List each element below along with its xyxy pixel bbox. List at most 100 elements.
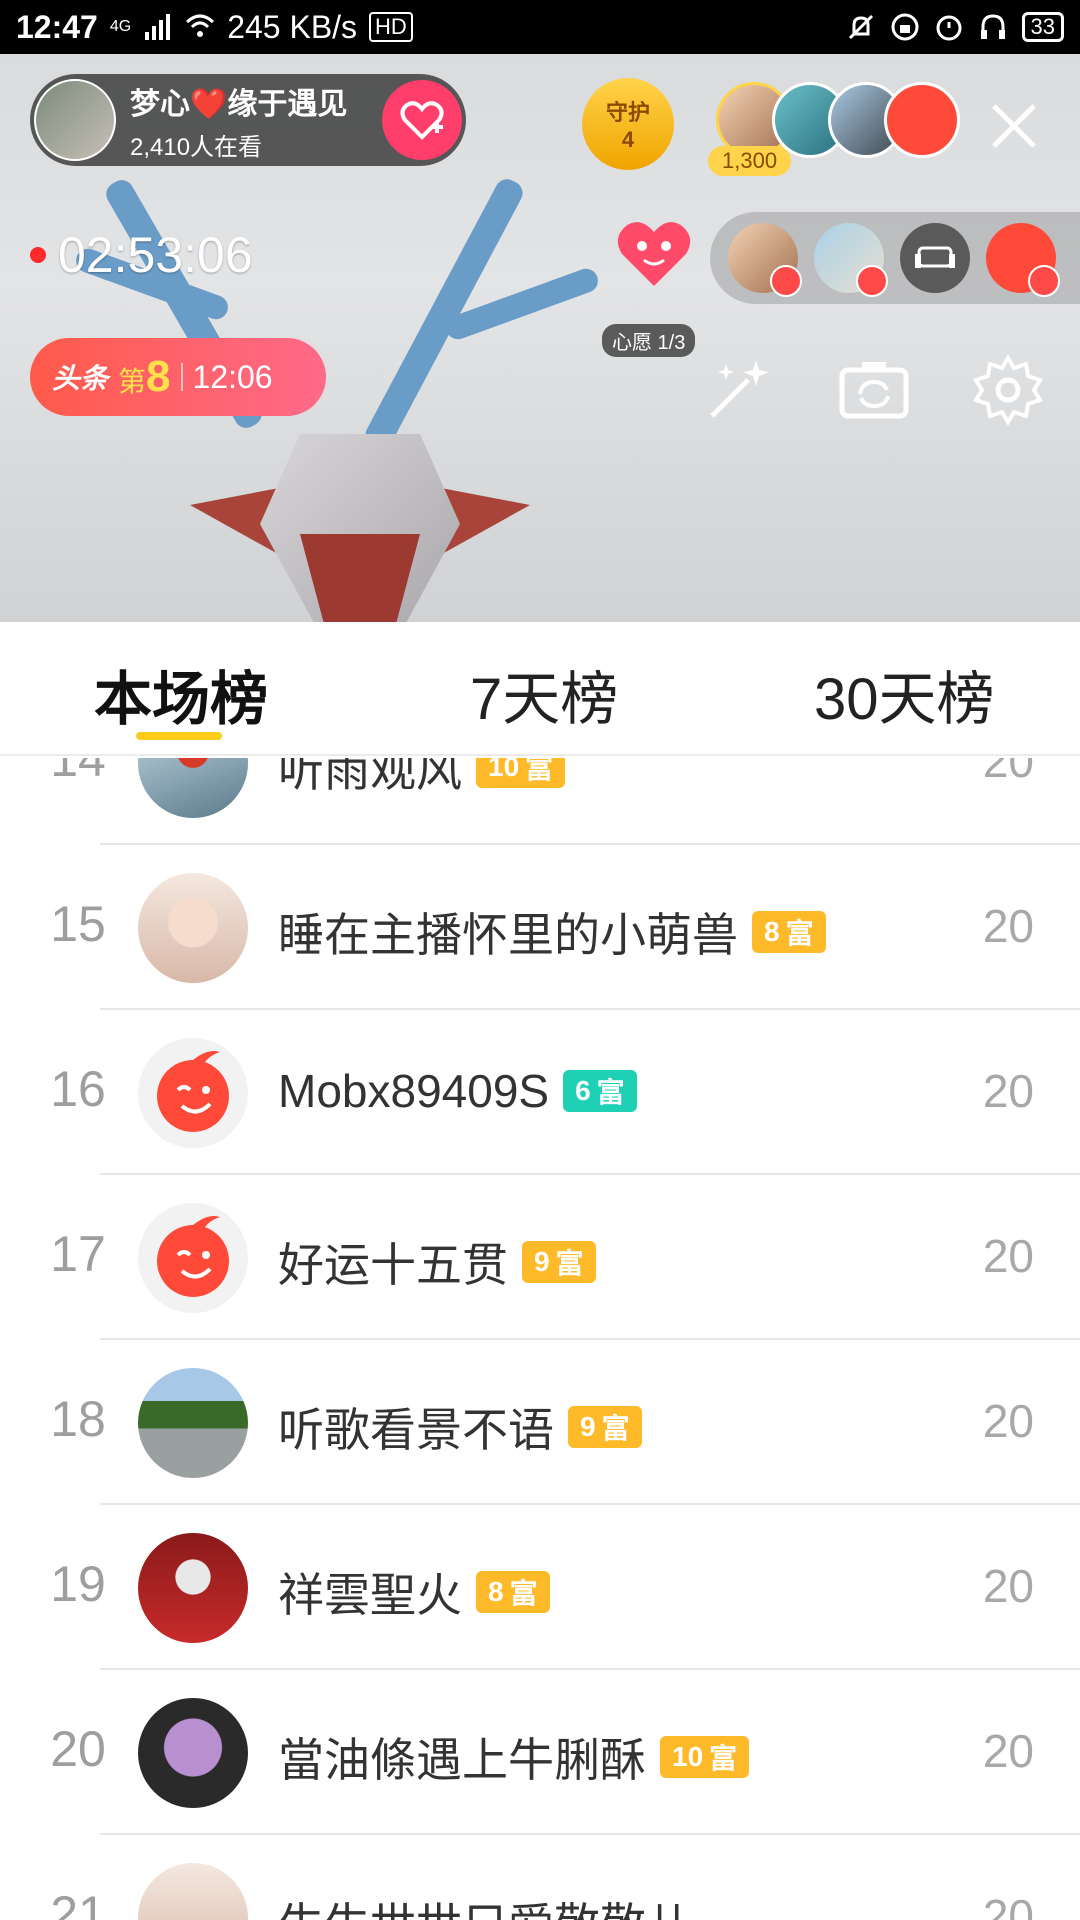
ranking-row[interactable]: 16 Mobx89409S 6 富 20: [0, 1010, 1080, 1175]
level-number: 10: [488, 758, 520, 782]
level-suffix: 富: [555, 1248, 584, 1279]
status-bar: 12:47 4G 245 KB/s HD 33: [0, 0, 1080, 54]
ranking-row[interactable]: 18 听歌看景不语 9 富 20: [0, 1340, 1080, 1505]
contribution-score: 20: [982, 758, 1034, 787]
live-video[interactable]: 梦心❤️缘于遇见 2,410人在看 守护 4 1,300 02:53:06 心愿…: [0, 54, 1080, 622]
level-suffix: 富: [785, 918, 814, 949]
level-suffix: 富: [509, 1578, 538, 1609]
guard-label: 守护: [605, 100, 650, 125]
level-suffix: 富: [601, 1413, 630, 1444]
user-name: 好运十五贯: [278, 1239, 508, 1291]
lock-rotation-icon: [891, 13, 919, 41]
headphones-icon: [980, 14, 1005, 39]
tab-current-session[interactable]: 本场榜: [94, 652, 268, 736]
headline-rank: 第8: [118, 352, 171, 402]
wealth-level-badge: 8富: [752, 911, 826, 953]
user-avatar[interactable]: [138, 1863, 248, 1920]
wink-face-icon: [157, 1051, 229, 1132]
rank-number: 16: [50, 1061, 106, 1117]
level-number: 9: [580, 1411, 596, 1442]
close-icon[interactable]: [984, 96, 1044, 156]
clock: 12:47: [16, 8, 98, 45]
host-avatar[interactable]: [34, 79, 116, 161]
host-info-pill[interactable]: 梦心❤️缘于遇见 2,410人在看: [30, 74, 466, 166]
live-timer: 02:53:06: [30, 226, 253, 284]
guard-badge[interactable]: 守护 4: [582, 78, 674, 170]
user-name-group: 當油條遇上牛脷酥 10 富: [278, 1724, 750, 1790]
seat-avatar[interactable]: [986, 223, 1060, 297]
user-name-group: 好运十五贯 9 富: [278, 1229, 596, 1295]
wink-face-icon: [157, 1216, 229, 1297]
level-number: 9: [534, 1246, 550, 1277]
headline-time: 12:06: [192, 358, 273, 395]
level-number: 6: [575, 1075, 591, 1106]
magic-wand-icon[interactable]: [698, 350, 778, 430]
ranking-row[interactable]: 20 當油條遇上牛脷酥 10 富 20: [0, 1670, 1080, 1835]
ranking-row[interactable]: 21 生生世世只爱敬敬儿 20: [0, 1835, 1080, 1920]
user-name-group: 祥雲聖火 8 富: [278, 1559, 550, 1625]
tab-7-days[interactable]: 7天榜: [470, 652, 618, 736]
level-suffix: 富: [596, 1077, 625, 1108]
user-avatar[interactable]: [138, 873, 248, 983]
recording-dot: [30, 247, 46, 263]
user-avatar[interactable]: [138, 1533, 248, 1643]
user-name-group: 听雨观风 10 富: [278, 758, 566, 800]
empty-seat[interactable]: [900, 223, 970, 293]
ranking-list[interactable]: 14 听雨观风 10 富 20 15 睡在主播怀里的小萌兽 8 富 20 16 Mobx89409S 6…: [0, 758, 1080, 1920]
user-avatar[interactable]: [138, 1368, 248, 1478]
contribution-score: 20: [982, 1395, 1034, 1447]
seat-avatar[interactable]: [814, 223, 888, 297]
timer-text: 02:53:06: [58, 227, 253, 283]
level-suffix: 富: [525, 758, 554, 784]
level-number: 10: [672, 1741, 704, 1772]
rank-number: 19: [50, 1556, 106, 1612]
settings-gear-icon[interactable]: [968, 350, 1048, 430]
flip-camera-icon[interactable]: [834, 350, 914, 430]
headline-tag: 头条: [52, 363, 109, 394]
user-avatar[interactable]: [138, 1203, 248, 1313]
viewer-score: 1,300: [708, 146, 792, 176]
user-name-group: 生生世世只爱敬敬儿: [278, 1889, 692, 1920]
viewer-count-label: 2,410人在看: [130, 133, 263, 161]
contribution-score: 20: [982, 1230, 1034, 1282]
user-name: 當油條遇上牛脷酥: [278, 1734, 646, 1786]
tab-30-days[interactable]: 30天榜: [814, 652, 995, 736]
alarm-icon: [936, 15, 962, 41]
user-name: 生生世世只爱敬敬儿: [278, 1889, 692, 1920]
rank-number: 18: [50, 1391, 106, 1447]
user-name-group: 听歌看景不语 9 富: [278, 1394, 642, 1460]
user-avatar[interactable]: [138, 758, 248, 818]
active-tab-indicator: [136, 732, 222, 740]
contribution-score: 20: [982, 1065, 1034, 1117]
ranking-row[interactable]: 14 听雨观风 10 富 20: [0, 758, 1080, 845]
ranking-row[interactable]: 15 睡在主播怀里的小萌兽 8 富 20: [0, 845, 1080, 1010]
user-avatar[interactable]: [138, 1038, 248, 1148]
ranking-row[interactable]: 19 祥雲聖火 8 富 20: [0, 1505, 1080, 1670]
contribution-score: 20: [982, 1890, 1034, 1920]
seat-avatar[interactable]: [728, 223, 802, 297]
ranking-tabs: 本场榜 7天榜 30天榜: [0, 622, 1080, 756]
wish-progress-label: 心愿 1/3: [602, 324, 696, 357]
headline-rank-prefix: 第: [118, 366, 147, 397]
signal-icon: [145, 14, 171, 40]
mute-bell-icon: [848, 14, 873, 40]
top-viewers[interactable]: 1,300: [708, 82, 960, 176]
user-name: Mobx89409S: [278, 1065, 550, 1117]
user-name: 听雨观风: [278, 758, 462, 796]
rank-number: 17: [50, 1226, 106, 1282]
host-info: 梦心❤️缘于遇见 2,410人在看: [130, 79, 382, 162]
wish-heart-icon[interactable]: [612, 210, 696, 294]
contribution-score: 20: [982, 1725, 1034, 1777]
heart-plus-icon: [400, 101, 444, 140]
contribution-score: 20: [982, 1560, 1034, 1612]
follow-button[interactable]: [382, 80, 462, 160]
ranking-row[interactable]: 17 好运十五贯 9 富 20: [0, 1175, 1080, 1340]
user-avatar[interactable]: [138, 1698, 248, 1808]
wealth-level-badge: 10 富: [476, 758, 566, 788]
sofa-icon: [915, 246, 955, 268]
wealth-level-badge: 10 富: [660, 1736, 750, 1778]
rank-number: 14: [50, 758, 106, 787]
user-name: 睡在主播怀里的小萌兽: [278, 909, 738, 961]
viewer-avatar[interactable]: [884, 82, 960, 158]
headline-rank-pill[interactable]: 头条 第8 12:06: [30, 338, 326, 416]
